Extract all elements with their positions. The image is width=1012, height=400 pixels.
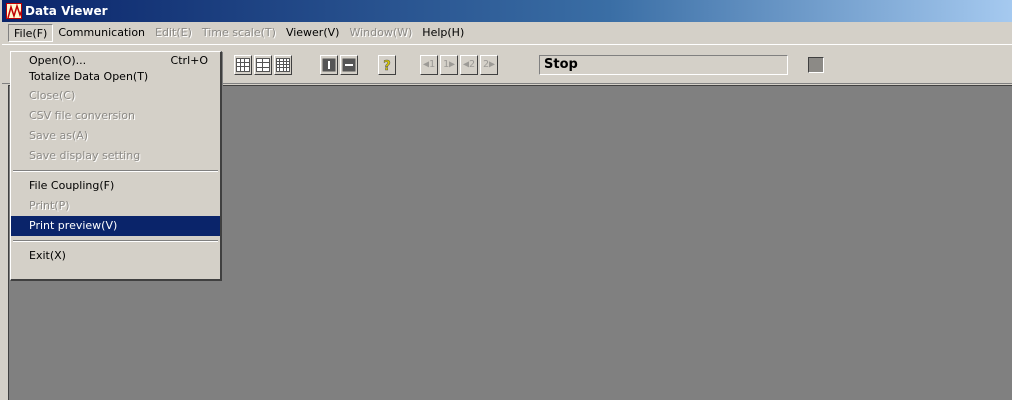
menu-item-open-shortcut: Ctrl+O	[170, 54, 208, 67]
cursor-right-button[interactable]	[340, 55, 358, 75]
menu-item-close: Close(C)	[29, 89, 76, 102]
menu-help[interactable]: Help(H)	[417, 24, 469, 42]
menu-item-save-as: Save as(A)	[29, 129, 89, 142]
cursor1-back-button[interactable]: ◀1	[420, 55, 438, 75]
cursor-left-button[interactable]	[320, 55, 338, 75]
menu-separator	[13, 240, 218, 242]
cursor1-back-icon: ◀1	[422, 59, 436, 70]
menu-item-file-coupling[interactable]: File Coupling(F)	[11, 176, 220, 196]
data-viewer-window: Data Viewer File(F) Communication Edit(E…	[0, 0, 1012, 400]
svg-text:?: ?	[383, 59, 391, 72]
table-view-button[interactable]	[274, 55, 292, 75]
window-title: Data Viewer	[25, 4, 108, 18]
menu-item-totalize-data-open[interactable]: Totalize Data Open(T)	[11, 70, 220, 86]
cursor1-forward-icon: 1▶	[442, 59, 456, 70]
menu-item-csv-conversion: CSV file conversion	[29, 109, 135, 122]
status-display: Stop	[539, 55, 788, 75]
app-waveform-icon	[6, 3, 22, 19]
grid-icon	[236, 58, 250, 72]
cursor-right-icon	[342, 58, 356, 72]
menu-communication[interactable]: Communication	[53, 24, 150, 42]
table-icon	[276, 58, 290, 72]
status-indicator	[808, 57, 824, 73]
cursor2-back-icon: ◀2	[462, 59, 476, 70]
menu-item-exit[interactable]: Exit(X)	[11, 246, 220, 266]
cursor2-back-button[interactable]: ◀2	[460, 55, 478, 75]
menu-viewer[interactable]: Viewer(V)	[281, 24, 345, 42]
split-grid-icon	[256, 58, 270, 72]
cursor2-forward-button[interactable]: 2▶	[480, 55, 498, 75]
menu-bar: File(F) Communication Edit(E) Time scale…	[2, 22, 1012, 44]
menu-window: Window(W)	[349, 26, 413, 39]
split-grid-button[interactable]	[254, 55, 272, 75]
menu-separator	[13, 170, 218, 172]
menu-file[interactable]: File(F)	[8, 24, 54, 42]
file-menu-dropdown: Open(O)... Ctrl+O Totalize Data Open(T) …	[10, 51, 222, 281]
menu-time-scale: Time scale(T)	[201, 26, 276, 39]
cursor1-forward-button[interactable]: 1▶	[440, 55, 458, 75]
cursor2-forward-icon: 2▶	[482, 59, 496, 70]
help-button[interactable]: ?	[378, 55, 396, 75]
menu-item-print: Print(P)	[29, 199, 70, 212]
menu-item-open[interactable]: Open(O)... Ctrl+O	[11, 54, 220, 70]
help-question-icon: ?	[383, 59, 391, 72]
menu-item-save-display-setting: Save display setting	[29, 149, 141, 162]
menu-item-open-label: Open(O)...	[29, 54, 87, 67]
grid-view-button[interactable]	[234, 55, 252, 75]
menu-edit: Edit(E)	[155, 26, 192, 39]
title-bar[interactable]: Data Viewer	[2, 0, 1012, 22]
cursor-left-icon	[322, 58, 336, 72]
menu-item-print-preview[interactable]: Print preview(V)	[11, 216, 220, 236]
